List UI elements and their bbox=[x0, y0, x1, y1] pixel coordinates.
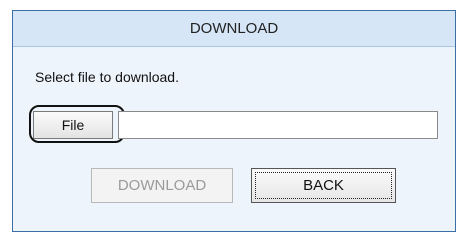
download-button[interactable]: DOWNLOAD bbox=[91, 168, 233, 203]
download-dialog: DOWNLOAD Select file to download. File D… bbox=[12, 10, 456, 232]
dialog-title: DOWNLOAD bbox=[189, 20, 279, 37]
dialog-body: Select file to download. File DOWNLOAD B… bbox=[13, 47, 455, 231]
back-button[interactable]: BACK bbox=[251, 168, 396, 203]
download-button-label: DOWNLOAD bbox=[117, 177, 207, 194]
file-button[interactable]: File bbox=[33, 111, 113, 139]
file-path-input[interactable] bbox=[118, 111, 438, 139]
prompt-label: Select file to download. bbox=[35, 69, 179, 85]
dialog-titlebar: DOWNLOAD bbox=[13, 11, 455, 47]
file-button-label: File bbox=[61, 117, 85, 133]
back-button-label: BACK bbox=[303, 177, 344, 194]
